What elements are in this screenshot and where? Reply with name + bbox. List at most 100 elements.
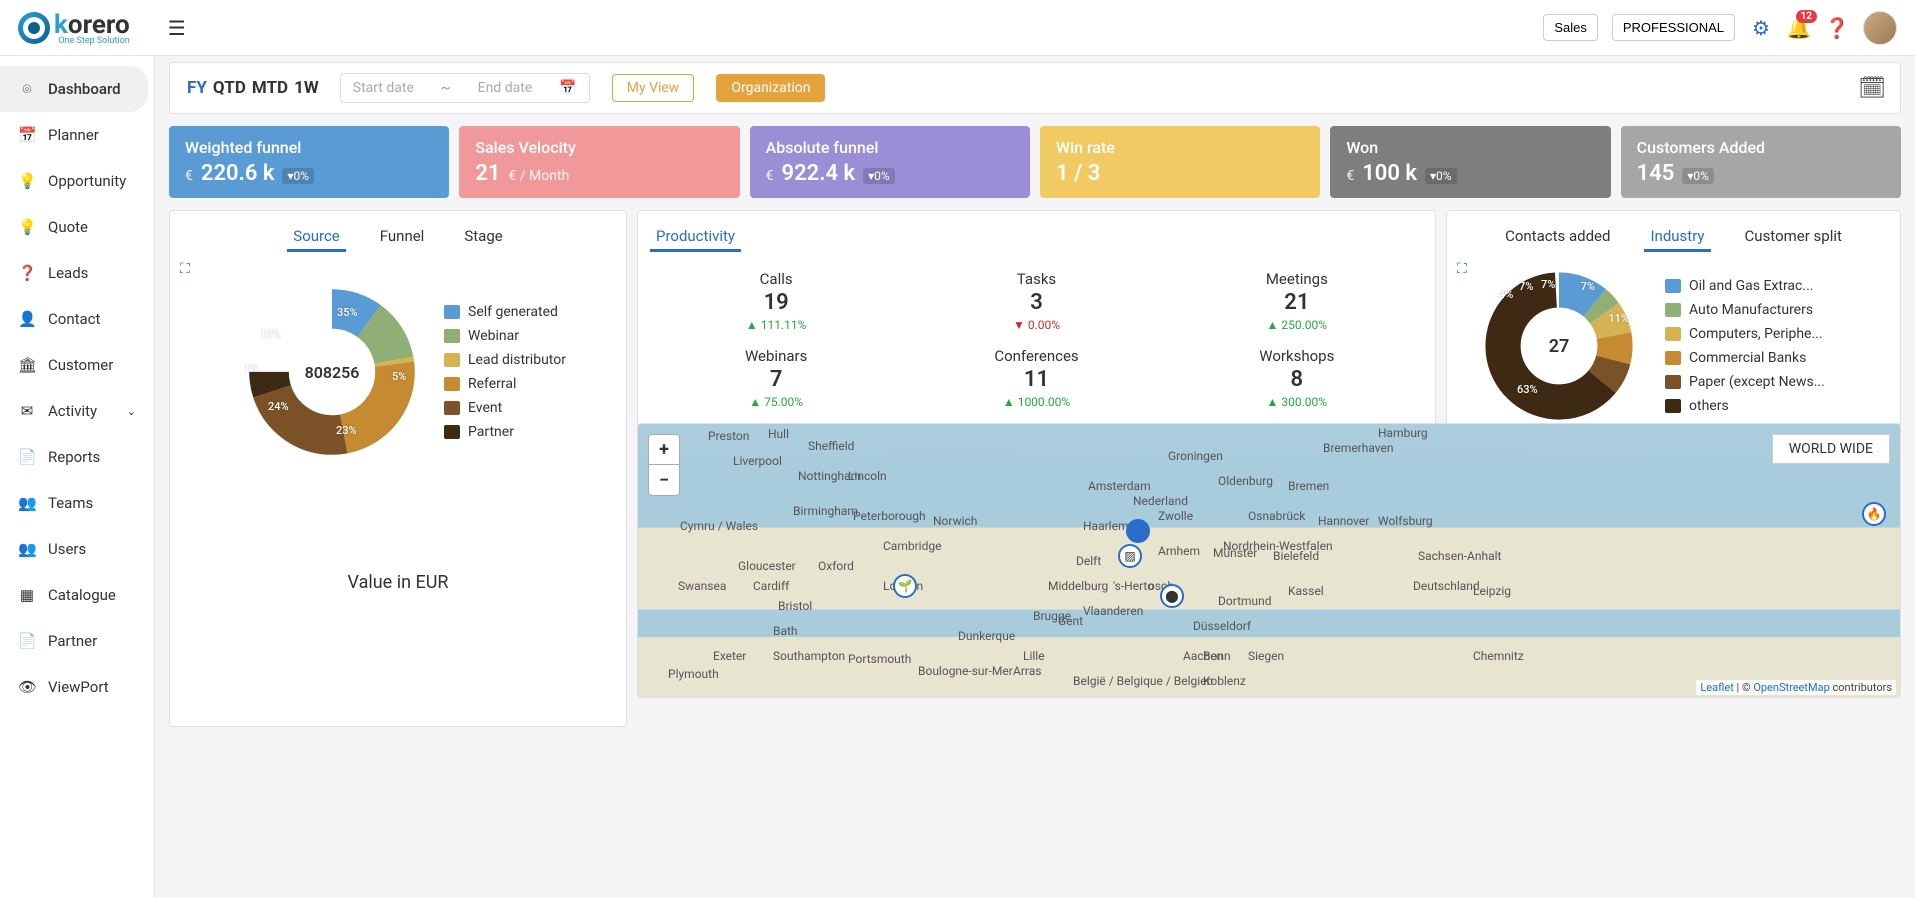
legend-label: Paper (except News... [1689,374,1825,390]
sidebar-item-reports[interactable]: 📄Reports [0,434,154,480]
settings-gear-icon[interactable]: ⚙ [1749,16,1773,40]
prod-value: 8 [1171,367,1423,392]
legend-item: Referral [444,376,566,392]
map-canvas[interactable]: PrestonHullSheffieldLiverpoolNottinghamL… [638,424,1900,697]
nav-icon: 📅 [18,126,36,144]
period-MTD[interactable]: MTD [249,76,291,100]
tab-source[interactable]: Source [287,223,345,252]
notifications-bell-icon[interactable]: 🔔12 [1787,16,1811,40]
legend-label: Lead distributor [468,352,566,368]
legend-label: Self generated [468,304,558,320]
schedule-icon[interactable]: 🗓 [1858,76,1886,101]
sales-button[interactable]: Sales [1543,14,1598,41]
sidebar-item-contact[interactable]: 👤Contact [0,296,154,342]
sidebar-item-customer[interactable]: 🏛Customer [0,342,154,388]
map-city-label: Middelburg [1048,579,1108,593]
tab-industry[interactable]: Industry [1644,223,1710,252]
sidebar-item-viewport[interactable]: 👁ViewPort [0,664,154,710]
source-donut-center: 808256 [242,282,422,462]
kpi-customers-added[interactable]: Customers Added145▾0% [1621,126,1901,198]
map-city-label: Peterborough [853,509,926,523]
leaflet-link[interactable]: Leaflet [1700,681,1733,694]
my-view-button[interactable]: My View [612,74,695,102]
map-city-label: Liverpool [733,454,782,468]
tab-contacts-added[interactable]: Contacts added [1499,223,1616,252]
map-marker[interactable]: ⬤ [1160,584,1184,608]
nav-label: Leads [48,264,88,282]
nav-icon: ▦ [18,586,36,604]
map-marker[interactable]: ▨ [1118,544,1142,568]
sidebar-item-teams[interactable]: 👥Teams [0,480,154,526]
map-city-label: Zwolle [1158,509,1193,523]
sidebar-item-dashboard[interactable]: ⌾Dashboard [0,66,148,112]
sidebar: ⌾Dashboard📅Planner💡Opportunity💡Quote ❓ Lea… [0,0,155,898]
map-marker[interactable]: 🌱 [893,574,917,598]
sidebar-item-users[interactable]: 👥Users [0,526,154,572]
tab-funnel[interactable]: Funnel [374,223,431,252]
legend-item: Event [444,400,566,416]
kpi-weighted-funnel[interactable]: Weighted funnel€220.6 k▾0% [169,126,449,198]
map-panel[interactable]: PrestonHullSheffieldLiverpoolNottinghamL… [637,423,1901,698]
zoom-out-button[interactable]: − [649,465,679,495]
zoom-in-button[interactable]: + [649,435,679,465]
period-QTD[interactable]: QTD [210,76,249,100]
nav-label: Opportunity [48,172,126,190]
logo[interactable]: korero One Step Solution [18,10,130,46]
legend-swatch [1665,351,1681,365]
sidebar-item-leads[interactable]: ❓ Leads [0,250,154,296]
organization-view-button[interactable]: Organization [716,74,825,102]
sidebar-item-activity[interactable]: ✉Activity⌄ [0,388,154,434]
map-marker[interactable]: 🔥 [1862,502,1886,526]
map-scope-tag[interactable]: WORLD WIDE [1772,434,1890,464]
map-city-label: België / Belgique / Belgien [1073,674,1213,688]
map-city-label: Dunkerque [958,629,1015,643]
period-1W[interactable]: 1W [291,76,322,100]
plan-button[interactable]: PROFESSIONAL [1612,14,1735,41]
tab-productivity[interactable]: Productivity [650,223,741,252]
tab-stage[interactable]: Stage [458,223,508,252]
kpi-absolute-funnel[interactable]: Absolute funnel€922.4 k▾0% [750,126,1030,198]
date-range-picker[interactable]: Start date ~ End date 📅 [340,73,590,103]
industry-tabs: Contacts added Industry Customer split [1459,223,1888,252]
start-date-placeholder: Start date [353,80,414,96]
kpi-sales-velocity[interactable]: Sales Velocity21€ / Month [459,126,739,198]
nav-icon: ❓ [18,264,36,282]
legend-label: Partner [468,424,514,440]
source-donut-chart: 35% 12% 1% 24% 23% 5% 808256 [242,282,422,462]
sidebar-item-opportunity[interactable]: 💡Opportunity [0,158,154,204]
sidebar-item-quote[interactable]: 💡Quote [0,204,154,250]
kpi-won[interactable]: Won€100 k▾0% [1330,126,1610,198]
industry-donut-center: 27 [1479,266,1639,426]
expand-icon[interactable]: ⛶ [180,261,190,277]
osm-link[interactable]: OpenStreetMap [1753,681,1829,694]
map-city-label: Wolfsburg [1378,514,1433,528]
period-FY[interactable]: FY [184,76,210,100]
help-icon[interactable]: ❓ [1825,16,1849,40]
kpi-win-rate[interactable]: Win rate1 / 3 [1040,126,1320,198]
map-city-label: Oxford [818,559,854,573]
map-city-label: Cymru / Wales [680,519,758,533]
industry-donut-chart: 11% 7% 7% 7% 4% 63% 27 [1479,266,1639,426]
sidebar-toggle-icon[interactable]: ☰ [168,16,186,40]
legend-label: Webinar [468,328,519,344]
sidebar-item-planner[interactable]: 📅Planner [0,112,154,158]
kpi-suffix: € / Month [508,168,569,184]
map-city-label: Hannover [1318,514,1369,528]
prod-label: Tasks [910,270,1162,288]
prod-workshops: Workshops8▲ 300.00% [1171,343,1423,414]
map-city-label: Birmingham [793,504,858,518]
user-avatar[interactable] [1863,11,1897,45]
expand-icon[interactable]: ⛶ [1457,261,1467,277]
sidebar-item-partner[interactable]: 📄Partner [0,618,154,664]
sidebar-item-catalogue[interactable]: ▦Catalogue [0,572,154,618]
nav-icon: 👁 [18,678,36,696]
map-city-label: Deutschland [1413,579,1480,593]
legend-item: others [1665,398,1825,414]
kpi-title: Won [1346,138,1594,157]
source-legend: Self generated Webinar Lead distributor Ref… [444,304,566,440]
map-marker[interactable] [1126,519,1150,543]
map-city-label: Bonn [1203,649,1231,663]
map-city-label: Bremerhaven [1323,441,1394,455]
tab-customer-split[interactable]: Customer split [1739,223,1848,252]
legend-swatch [1665,327,1681,341]
